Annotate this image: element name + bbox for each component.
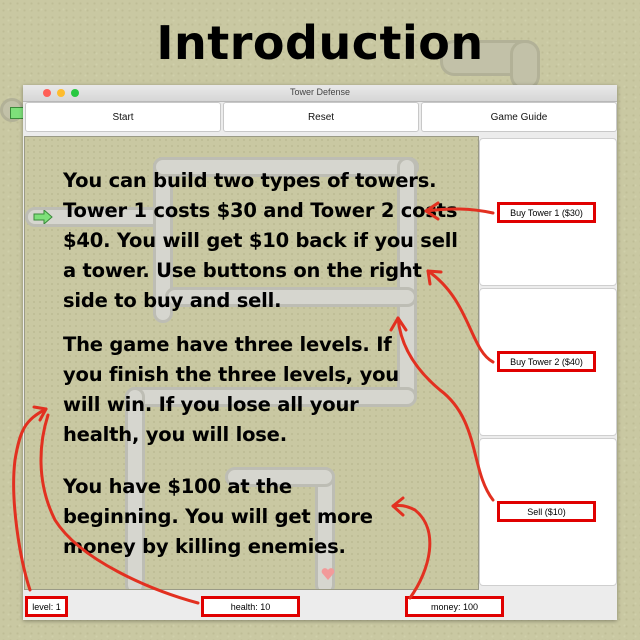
arrow-money <box>391 504 432 600</box>
arrow-buy-tower2 <box>426 269 495 364</box>
arrow-buy-tower1 <box>424 207 495 215</box>
arrow-health <box>39 413 200 605</box>
arrow-level <box>12 407 48 592</box>
annotation-arrows <box>12 201 495 605</box>
